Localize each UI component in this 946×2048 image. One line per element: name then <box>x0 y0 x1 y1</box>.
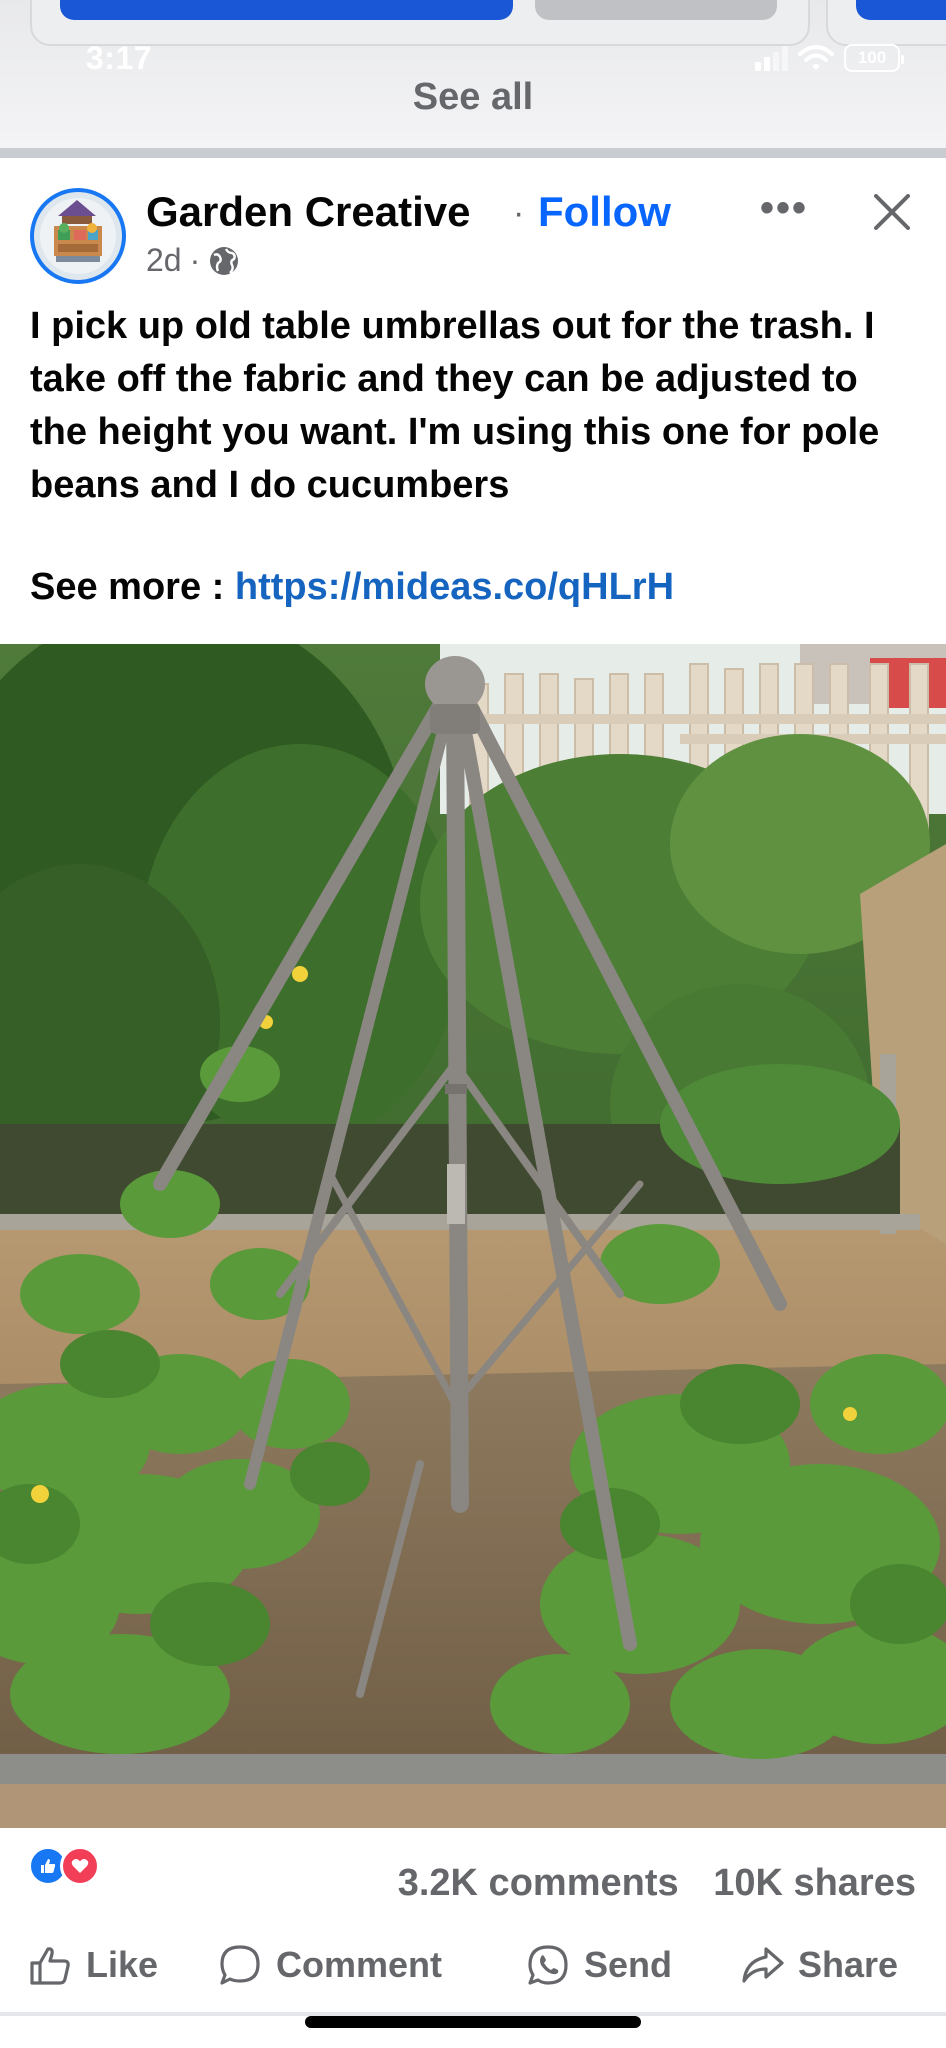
share-button[interactable]: Share <box>738 1930 898 2000</box>
name-separator: · <box>513 194 525 232</box>
share-arrow-icon <box>742 1947 784 1983</box>
top-card-blue-bar-2 <box>856 0 946 20</box>
close-icon[interactable] <box>868 188 916 236</box>
status-icons: 100 <box>755 44 904 72</box>
home-indicator[interactable] <box>305 2016 641 2028</box>
page-name[interactable]: Garden Creative <box>146 188 470 236</box>
thumbs-up-icon <box>30 1947 70 1985</box>
top-card-blue-bar <box>60 0 513 20</box>
post-header: Garden Creative · Follow 2d · ••• <box>0 158 946 298</box>
feed-divider <box>0 148 946 158</box>
comment-label: Comment <box>276 1944 443 1985</box>
love-reaction-icon <box>60 1846 100 1886</box>
comment-icon <box>220 1945 260 1985</box>
globe-icon <box>210 246 239 275</box>
more-options-button[interactable]: ••• <box>760 186 808 231</box>
send-button[interactable]: Send <box>524 1930 672 2000</box>
top-card-gray-bar <box>535 0 777 20</box>
see-more-line: See more : https://mideas.co/qHLrH <box>30 566 674 609</box>
status-time: 3:17 <box>86 40 153 76</box>
comment-button[interactable]: Comment <box>216 1930 442 2000</box>
see-all-link[interactable]: See all <box>0 76 946 119</box>
whatsapp-icon <box>528 1945 568 1985</box>
page-avatar[interactable] <box>30 188 126 284</box>
reaction-icons[interactable] <box>28 1846 100 1886</box>
battery-icon: 100 <box>844 44 904 72</box>
post-photo[interactable] <box>0 644 946 1828</box>
follow-button[interactable]: Follow <box>538 188 671 236</box>
post-text: I pick up old table umbrellas out for th… <box>30 305 880 506</box>
action-bar: Like Comment Send Share <box>0 1930 946 2010</box>
post-age[interactable]: 2d <box>146 242 182 279</box>
engagement-counts: 3.2K comments 10K shares <box>398 1862 916 1905</box>
see-more-label: See more : <box>30 566 225 608</box>
share-label: Share <box>798 1944 899 1985</box>
meta-separator: · <box>189 242 201 278</box>
send-label: Send <box>584 1944 673 1985</box>
garden-photo-illustration <box>0 644 946 1828</box>
like-label: Like <box>86 1944 159 1985</box>
like-button[interactable]: Like <box>26 1930 158 2000</box>
top-area: 3:17 100 See all <box>0 0 946 150</box>
comments-count[interactable]: 3.2K comments <box>398 1862 679 1904</box>
post-link[interactable]: https://mideas.co/qHLrH <box>235 566 674 608</box>
post-meta: 2d · <box>146 242 240 279</box>
shares-count[interactable]: 10K shares <box>713 1862 916 1904</box>
cellular-signal-icon <box>755 45 788 71</box>
wifi-icon <box>798 45 834 70</box>
